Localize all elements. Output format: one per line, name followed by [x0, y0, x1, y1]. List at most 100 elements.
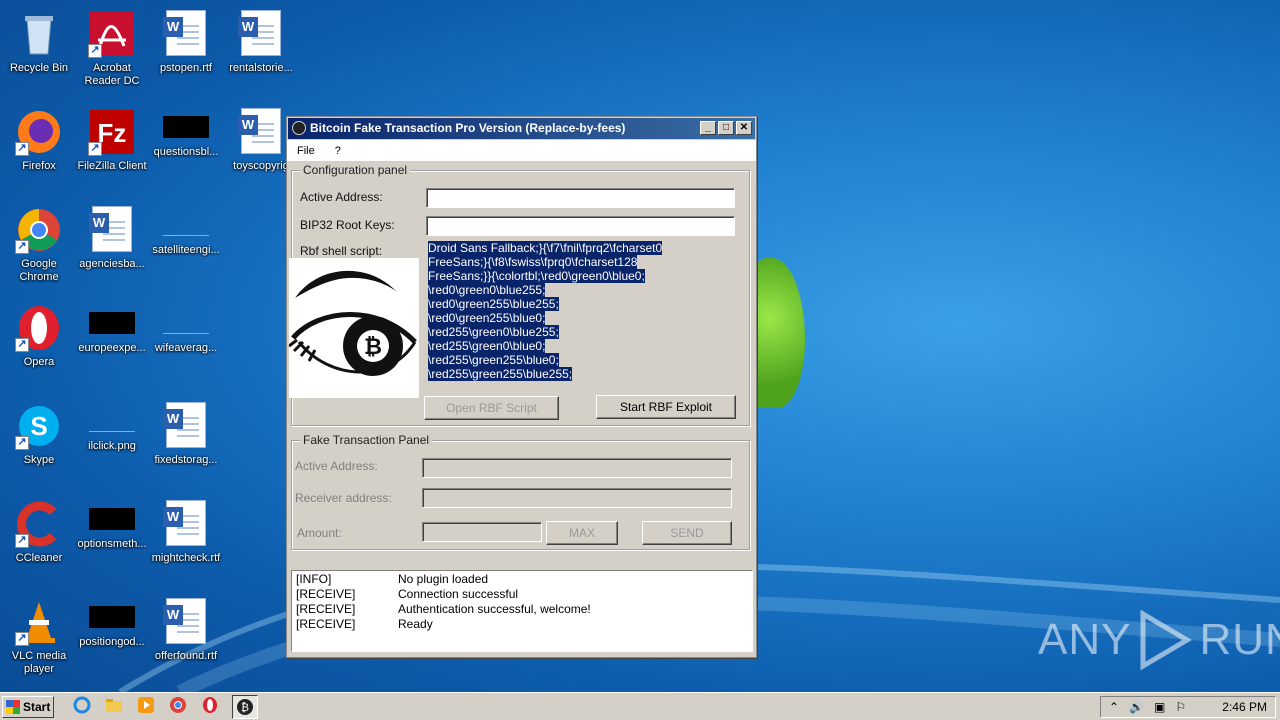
icon-label: FileZilla Client	[77, 160, 147, 172]
bitcoin-app-taskbar-button[interactable]: ₿	[232, 694, 258, 719]
active-address-label: Active Address:	[300, 190, 383, 204]
network-icon[interactable]: ▣	[1154, 700, 1165, 714]
desktop-icon-ccleaner[interactable]: ↗ CCleaner	[0, 494, 78, 584]
rbf-script-label: Rbf shell script:	[300, 244, 383, 258]
script-line: FreeSans;}{\f8\fswiss\fprq0\fcharset128	[428, 255, 638, 269]
desktop-icon-vlc[interactable]: ↗ VLC media player	[0, 592, 78, 682]
icon-label: ilclick.png	[88, 440, 136, 452]
app-window: Bitcoin Fake Transaction Pro Version (Re…	[286, 116, 757, 658]
icon-label: VLC media player	[11, 650, 67, 675]
amount-input[interactable]	[422, 522, 542, 542]
chrome-taskbar-icon[interactable]	[168, 695, 188, 715]
svg-text:₿: ₿	[364, 334, 382, 359]
taskbar: Start ₿ ⌃ 🔊 ▣ ⚐ 2:46 PM	[0, 692, 1280, 720]
script-line: \red0\green0\blue255;	[428, 283, 546, 297]
log-message: Ready	[398, 617, 433, 631]
script-line: Droid Sans Fallback;}{\f7\fnil\fprq2\fch…	[428, 241, 663, 255]
icon-label: mightcheck.rtf	[151, 552, 221, 564]
maximize-button[interactable]: □	[718, 121, 734, 135]
minimize-button[interactable]: _	[700, 121, 716, 135]
script-line: \red255\green255\blue0;	[428, 353, 559, 367]
shortcut-arrow-icon: ↗	[88, 142, 102, 156]
desktop-icon-positiongod[interactable]: positiongod...	[73, 592, 151, 682]
desktop-icon-pstopen[interactable]: W pstopen.rtf	[147, 4, 225, 94]
icon-label: rentalstorie...	[229, 62, 293, 74]
desktop-icon-satelliteengi[interactable]: satelliteengi...	[147, 200, 225, 290]
opera-taskbar-icon[interactable]	[200, 695, 220, 715]
fake-active-address-label: Active Address:	[295, 459, 378, 473]
desktop-icon-recycle-bin[interactable]: Recycle Bin	[0, 4, 78, 94]
rbf-script-textarea[interactable]: Droid Sans Fallback;}{\f7\fnil\fprq2\fch…	[428, 241, 738, 381]
acrobat-icon: ↗	[88, 10, 136, 58]
window-titlebar[interactable]: Bitcoin Fake Transaction Pro Version (Re…	[288, 118, 755, 139]
media-player-icon[interactable]	[136, 695, 156, 715]
log-output[interactable]: [INFO] No plugin loaded [RECEIVE] Connecti…	[291, 570, 753, 652]
word-document-icon: W	[237, 10, 285, 58]
redacted-thumbnail	[89, 508, 135, 530]
anyrun-watermark: ANY RUN	[1038, 610, 1280, 670]
desktop-icon-mightcheck[interactable]: W mightcheck.rtf	[147, 494, 225, 584]
image-thumbnail	[163, 214, 209, 236]
desktop-icon-optionsmeth[interactable]: optionsmeth...	[73, 494, 151, 584]
show-hidden-icons-icon[interactable]: ⌃	[1109, 700, 1119, 714]
clock[interactable]: 2:46 PM	[1222, 700, 1267, 714]
desktop-icon-skype[interactable]: S ↗ Skype	[0, 396, 78, 486]
chrome-icon: ↗	[15, 206, 63, 254]
log-row: [INFO] No plugin loaded	[296, 572, 748, 587]
play-triangle-icon	[1140, 610, 1193, 670]
ie-icon[interactable]	[72, 695, 92, 715]
active-address-input[interactable]	[426, 188, 735, 208]
close-button[interactable]: ✕	[736, 121, 752, 135]
bitcoin-eye-logo: ₿	[288, 258, 419, 398]
amount-label: Amount:	[297, 526, 342, 540]
filezilla-icon: Fz ↗	[88, 108, 136, 156]
action-center-flag-icon[interactable]: ⚐	[1175, 700, 1186, 714]
start-button[interactable]: Start	[2, 695, 54, 718]
desktop-icon-offerfound[interactable]: W offerfound.rtf	[147, 592, 225, 682]
menu-help[interactable]: ?	[335, 145, 341, 157]
log-tag: [RECEIVE]	[296, 587, 356, 601]
word-document-icon: W	[162, 598, 210, 646]
desktop-icon-rentalstorie[interactable]: W rentalstorie...	[222, 4, 300, 94]
explorer-folder-icon[interactable]	[104, 695, 124, 715]
desktop-icon-firefox[interactable]: ↗ Firefox	[0, 102, 78, 192]
bip32-root-keys-input[interactable]	[426, 216, 735, 236]
icon-label: Acrobat Reader DC	[84, 62, 140, 87]
send-button[interactable]: SEND	[642, 521, 732, 545]
start-rbf-exploit-button[interactable]: Start RBF Exploit	[596, 395, 736, 419]
volume-icon[interactable]: 🔊	[1129, 700, 1144, 714]
log-row: [RECEIVE] Authentication successful, welc…	[296, 602, 748, 617]
icon-label: optionsmeth...	[77, 538, 147, 550]
fake-active-address-input[interactable]	[422, 458, 732, 478]
log-row: [RECEIVE] Connection successful	[296, 587, 748, 602]
icon-label: Opera	[23, 356, 55, 368]
word-document-icon: W	[88, 206, 136, 254]
desktop-icon-agenciesba[interactable]: W agenciesba...	[73, 200, 151, 290]
shortcut-arrow-icon: ↗	[88, 44, 102, 58]
desktop-icon-europeexpe[interactable]: europeexpe...	[73, 298, 151, 388]
open-rbf-script-button[interactable]: Open RBF Script	[424, 396, 559, 420]
icon-label: Firefox	[22, 160, 56, 172]
log-message: Connection successful	[398, 587, 519, 601]
shortcut-arrow-icon: ↗	[15, 534, 29, 548]
icon-label: questionsbl...	[153, 146, 219, 158]
desktop-icon-acrobat[interactable]: ↗ Acrobat Reader DC	[73, 4, 151, 94]
desktop-icon-wifeaverag[interactable]: wifeaverag...	[147, 298, 225, 388]
log-message: Authentication successful, welcome!	[398, 602, 591, 616]
desktop-icon-questionsbl[interactable]: questionsbl...	[147, 102, 225, 192]
max-button[interactable]: MAX	[546, 521, 618, 545]
menu-file[interactable]: File	[297, 145, 315, 157]
shortcut-arrow-icon: ↗	[15, 142, 29, 156]
desktop-icon-fixedstorag[interactable]: W fixedstorag...	[147, 396, 225, 486]
word-document-icon: W	[237, 108, 285, 156]
icon-label: CCleaner	[15, 552, 63, 564]
desktop-icon-opera[interactable]: ↗ Opera	[0, 298, 78, 388]
script-line: \red255\green0\blue255;	[428, 325, 559, 339]
desktop-icon-ilclick[interactable]: ilclick.png	[73, 396, 151, 486]
receiver-address-input[interactable]	[422, 488, 732, 508]
script-line: \red255\green0\blue0;	[428, 339, 546, 353]
desktop-icon-filezilla[interactable]: Fz ↗ FileZilla Client	[73, 102, 151, 192]
desktop-icon-chrome[interactable]: ↗ Google Chrome	[0, 200, 78, 290]
redacted-thumbnail	[89, 606, 135, 628]
script-line: \red255\green255\blue255;	[428, 367, 573, 381]
